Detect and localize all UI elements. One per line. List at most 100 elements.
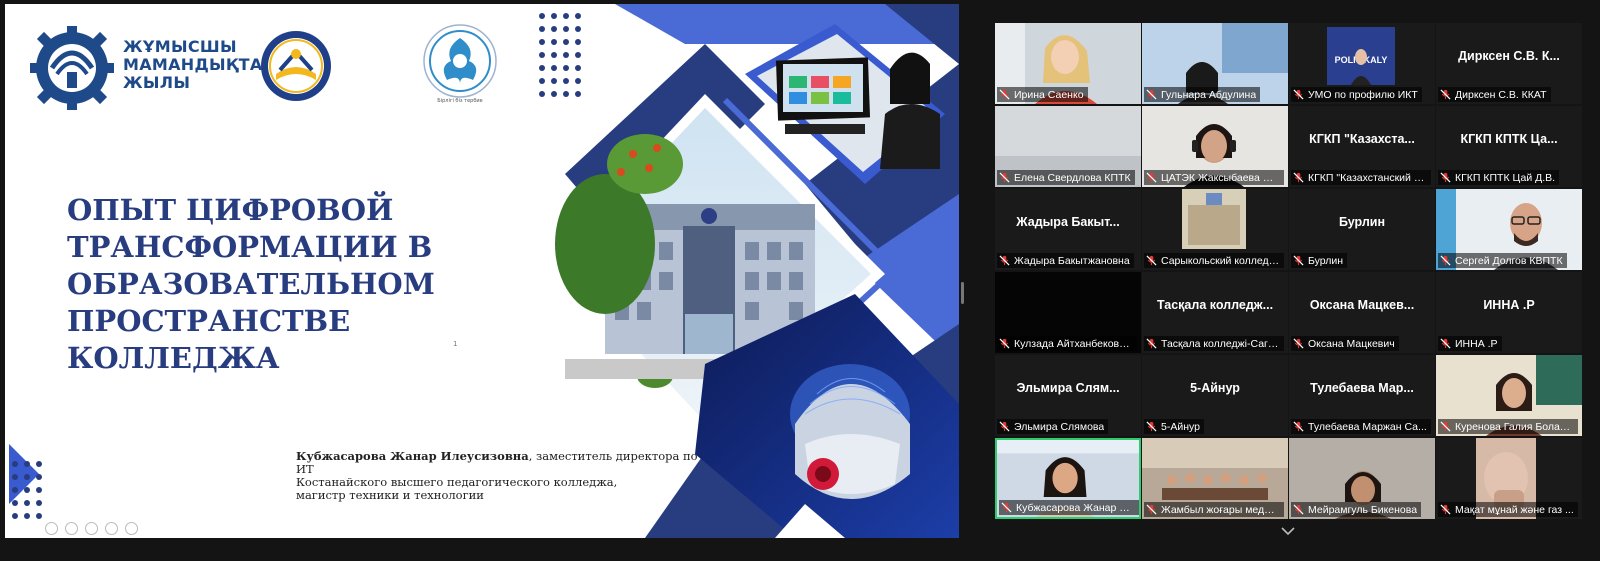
muted-mic-icon [1146, 172, 1157, 183]
muted-mic-icon [1146, 421, 1157, 432]
grid-icon[interactable] [65, 522, 78, 535]
college-emblem-icon [261, 31, 331, 101]
participant-name: ЦАТЭК Жаксыбаева На... [1161, 171, 1280, 184]
video-icon[interactable] [105, 522, 118, 535]
participant-tile[interactable]: Оксана Мацкев... Оксана Мацкевич [1289, 272, 1435, 353]
participant-label: Сарыкольский колледж... [1144, 253, 1284, 268]
participant-tile[interactable]: Жадыра Бакыт... Жадыра Бакытжановна [995, 189, 1141, 270]
participant-label: ЦАТЭК Жаксыбаева На... [1144, 170, 1284, 185]
participant-tile[interactable]: 5-Айнур 5-Айнур [1142, 355, 1288, 436]
participant-tile[interactable]: Сергей Долгов КВПТК [1436, 189, 1582, 270]
participant-name: Эльмира Слямова [1014, 420, 1105, 433]
muted-mic-icon [1293, 255, 1304, 266]
participant-name: Тасқала колледжі-Саги... [1161, 337, 1280, 350]
chevron-down-icon[interactable] [1281, 526, 1295, 536]
panel-splitter[interactable] [961, 282, 964, 304]
slide-toolbar [45, 522, 138, 535]
participant-label: Мақат мұнай және газ ... [1438, 502, 1578, 517]
participant-label: ИННА .Р [1438, 336, 1502, 351]
participant-label: Кулзада Айтханбековна... [997, 336, 1137, 351]
participant-display-name: Эльмира Слям... [1016, 381, 1120, 395]
participant-tile[interactable]: Куренова Галия Болатк... [1436, 355, 1582, 436]
participant-name: Тулебаева Маржан Са... [1308, 420, 1427, 433]
participant-name: Кулзада Айтханбековна... [1014, 337, 1133, 350]
participant-tile[interactable]: Елена Свердлова КПТК [995, 106, 1141, 187]
pen-icon[interactable] [45, 522, 58, 535]
author-name: Кубжасарова Жанар Илеусизовна [296, 449, 529, 463]
participant-display-name: Оксана Мацкев... [1309, 298, 1415, 312]
participant-name: 5-Айнур [1161, 420, 1200, 433]
participant-label: Елена Свердлова КПТК [997, 170, 1135, 185]
participant-tile[interactable]: Гульнара Абдулина [1142, 23, 1288, 104]
muted-mic-icon [1440, 172, 1451, 183]
participant-name: Сергей Долгов КВПТК [1455, 254, 1563, 267]
participant-tile[interactable]: КГКП "Казахста... КГКП "Казахстанский аг.… [1289, 106, 1435, 187]
gear-logo-icon [30, 26, 114, 110]
participant-label: КГКП "Казахстанский аг... [1291, 170, 1431, 185]
participant-gallery: Ирина Саенко Гульнара Абдулина POLITIKALYУ… [995, 23, 1582, 519]
muted-mic-icon [1440, 89, 1451, 100]
muted-mic-icon [1293, 338, 1304, 349]
participant-label: Эльмира Слямова [997, 419, 1109, 434]
participant-label: Тасқала колледжі-Саги... [1144, 336, 1284, 351]
slide-title: Опыт цифровой трансформации в образовате… [67, 193, 435, 375]
participant-display-name: КГКП "Казахста... [1309, 132, 1415, 146]
participant-name: Ирина Саенко [1014, 88, 1084, 101]
participant-label: КГКП КПТК Цай Д.В. [1438, 170, 1560, 185]
participant-tile[interactable]: Сарыкольский колледж... [1142, 189, 1288, 270]
participant-tile[interactable]: Мейрамгуль Бикенова [1289, 438, 1435, 519]
muted-mic-icon [999, 421, 1010, 432]
participant-name: Мақат мұнай және газ ... [1455, 503, 1574, 516]
participant-name: Мейрамгуль Бикенова [1308, 503, 1418, 516]
muted-mic-icon [1293, 172, 1304, 183]
muted-mic-icon [1440, 421, 1451, 432]
participant-name: Бурлин [1308, 254, 1344, 267]
muted-mic-icon [999, 89, 1010, 100]
participant-tile[interactable]: Ирина Саенко [995, 23, 1141, 104]
participant-label: Сергей Долгов КВПТК [1438, 253, 1567, 268]
participant-name: ИННА .Р [1455, 337, 1498, 350]
muted-mic-icon [1146, 255, 1157, 266]
author-info: Кубжасарова Жанар Илеусизовна, заместите… [296, 450, 716, 502]
dot-grid-decoration [9, 444, 42, 519]
slide-page-number: 1 [453, 340, 458, 348]
participant-tile[interactable]: ЦАТЭК Жаксыбаева На... [1142, 106, 1288, 187]
participant-tile[interactable]: Дирксен С.В. К... Дирксен С.В. ККАТ [1436, 23, 1582, 104]
participant-name: Куренова Галия Болатк... [1455, 420, 1574, 433]
participant-tile[interactable]: КГКП КПТК Ца... КГКП КПТК Цай Д.В. [1436, 106, 1582, 187]
muted-mic-icon [999, 338, 1010, 349]
muted-mic-icon [1440, 338, 1451, 349]
participant-name: Жамбыл жоғары медиц... [1161, 503, 1280, 516]
participant-tile[interactable]: Тасқала колледж... Тасқала колледжі-Саги.… [1142, 272, 1288, 353]
participant-tile[interactable]: Мақат мұнай және газ ... [1436, 438, 1582, 519]
ornament-logo-icon [423, 24, 497, 98]
muted-mic-icon [999, 172, 1010, 183]
muted-mic-icon [1293, 504, 1304, 515]
zoom-icon[interactable] [85, 522, 98, 535]
participant-name: КГКП "Казахстанский аг... [1308, 171, 1427, 184]
participant-label: Дирксен С.В. ККАТ [1438, 87, 1551, 102]
participant-label: 5-Айнур [1144, 419, 1204, 434]
participant-display-name: Жадыра Бакыт... [1016, 215, 1120, 229]
more-icon[interactable] [125, 522, 138, 535]
muted-mic-icon [1146, 89, 1157, 100]
participant-tile[interactable]: Бурлин Бурлин [1289, 189, 1435, 270]
participant-tile[interactable]: Кулзада Айтханбековна... [995, 272, 1141, 353]
participant-label: Кубжасарова Жанар Илеу... [999, 500, 1139, 515]
ornament-logo: Бірлігі біз тербие [423, 24, 497, 104]
participant-tile[interactable]: Жамбыл жоғары медиц... [1142, 438, 1288, 519]
participant-name: КГКП КПТК Цай Д.В. [1455, 171, 1556, 184]
participant-tile[interactable]: Кубжасарова Жанар Илеу... [995, 438, 1141, 519]
participant-label: Мейрамгуль Бикенова [1291, 502, 1422, 517]
participant-label: УМО по профилю ИКТ [1291, 87, 1422, 102]
participant-name: УМО по профилю ИКТ [1308, 88, 1418, 101]
participant-tile[interactable]: Эльмира Слям... Эльмира Слямова [995, 355, 1141, 436]
logo-text: ЖҰМЫСШЫ МАМАНДЫҚТАР ЖЫЛЫ [123, 37, 275, 92]
participant-tile[interactable]: ИННА .Р ИННА .Р [1436, 272, 1582, 353]
participant-display-name: Дирксен С.В. К... [1458, 49, 1560, 63]
participant-tile[interactable]: Тулебаева Мар... Тулебаева Маржан Са... [1289, 355, 1435, 436]
participant-name: Дирксен С.В. ККАТ [1455, 88, 1547, 101]
participant-tile[interactable]: POLITIKALYУМО по профилю ИКТ [1289, 23, 1435, 104]
participant-name: Жадыра Бакытжановна [1014, 254, 1130, 267]
participant-label: Жадыра Бакытжановна [997, 253, 1134, 268]
